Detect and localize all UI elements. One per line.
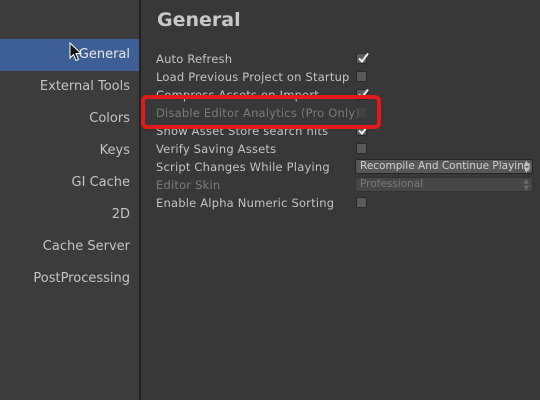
sidebar-item-postprocessing[interactable]: PostProcessing — [0, 263, 139, 295]
general-settings-panel: General Auto Refresh Load Previous Proje… — [141, 0, 540, 400]
sidebar-item-keys[interactable]: Keys — [0, 135, 139, 167]
preferences-sidebar: General External Tools Colors Keys GI Ca… — [0, 0, 141, 400]
dropdown-value: Recompile And Continue Playing — [360, 160, 531, 172]
setting-label: Editor Skin — [156, 178, 221, 192]
alpha-numeric-sorting-checkbox[interactable] — [356, 197, 367, 208]
setting-verify-saving-assets: Verify Saving Assets — [156, 140, 536, 158]
dropdown-arrows-icon: ▲ ▼ — [523, 159, 529, 174]
sidebar-item-2d[interactable]: 2D — [0, 199, 139, 231]
sidebar-item-general[interactable]: General — [0, 39, 139, 71]
setting-editor-skin: Editor Skin Professional ▲ ▼ — [156, 176, 536, 194]
script-changes-dropdown[interactable]: Recompile And Continue Playing ▲ ▼ — [355, 159, 533, 174]
verify-saving-assets-checkbox[interactable] — [356, 143, 367, 154]
setting-label: Script Changes While Playing — [156, 160, 330, 174]
sidebar-item-cache-server[interactable]: Cache Server — [0, 231, 139, 263]
setting-alpha-numeric-sorting: Enable Alpha Numeric Sorting — [156, 194, 536, 212]
setting-label: Auto Refresh — [156, 52, 233, 66]
auto-refresh-checkbox[interactable] — [356, 52, 369, 64]
sidebar-item-external-tools[interactable]: External Tools — [0, 71, 139, 103]
setting-script-changes-while-playing: Script Changes While Playing Recompile A… — [156, 158, 536, 176]
setting-label: Load Previous Project on Startup — [156, 70, 350, 84]
dropdown-arrows-icon: ▲ ▼ — [523, 177, 529, 192]
setting-auto-refresh: Auto Refresh — [156, 50, 536, 68]
sidebar-item-colors[interactable]: Colors — [0, 103, 139, 135]
red-highlight-box — [141, 95, 381, 129]
editor-skin-dropdown: Professional ▲ ▼ — [355, 177, 533, 192]
checkmark-icon — [358, 52, 369, 64]
load-previous-project-checkbox[interactable] — [356, 71, 367, 82]
setting-load-previous-project: Load Previous Project on Startup — [156, 68, 536, 86]
dropdown-value: Professional — [360, 178, 424, 190]
sidebar-item-gi-cache[interactable]: GI Cache — [0, 167, 139, 199]
page-title: General — [157, 9, 241, 31]
setting-label: Verify Saving Assets — [156, 142, 277, 156]
setting-label: Enable Alpha Numeric Sorting — [156, 196, 335, 210]
